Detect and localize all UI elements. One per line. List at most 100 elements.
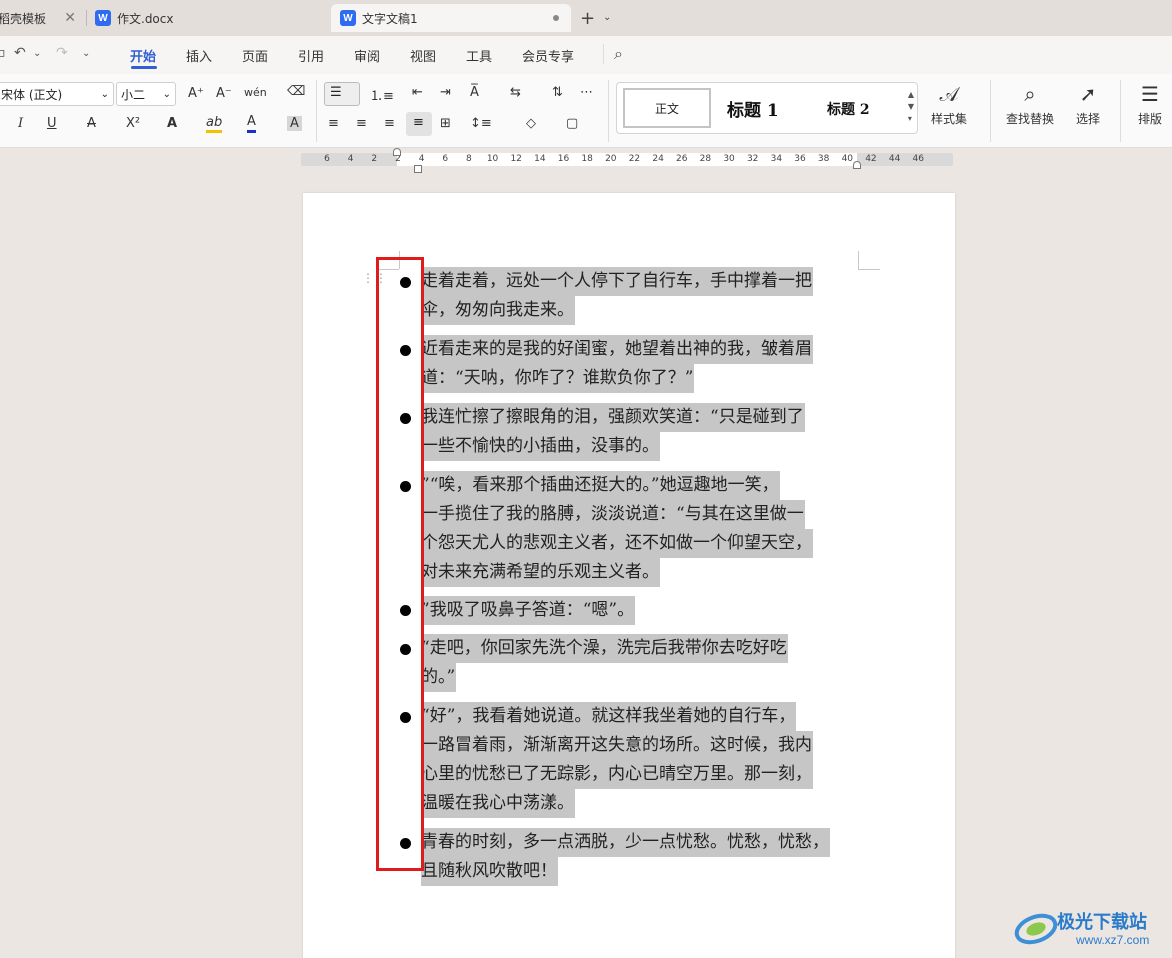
new-tab-icon[interactable]: +: [580, 8, 595, 29]
find-replace-button[interactable]: ⌕ 查找替换: [1000, 82, 1060, 127]
list-item[interactable]: 我连忙擦了擦眼角的泪，强颜欢笑道：“只是碰到了 一些不愉快的小插曲，没事的。: [421, 403, 859, 461]
shading-icon[interactable]: ◇: [526, 116, 536, 131]
line-spacing-icon[interactable]: ↕≡: [470, 116, 492, 131]
menu-view[interactable]: 视图: [410, 46, 436, 65]
watermark-url: www.xz7.com: [1076, 933, 1150, 947]
magnifier-icon: ⌕: [1024, 82, 1036, 106]
increase-indent-icon[interactable]: ⇥: [440, 85, 451, 100]
paragraph-line: ”我吸了吸鼻子答道：“嗯”。: [421, 596, 636, 625]
arrange-label: 排版: [1137, 112, 1162, 126]
menu-page[interactable]: 页面: [242, 46, 268, 65]
menu-references[interactable]: 引用: [298, 46, 324, 65]
font-name-value: 宋体 (正文): [1, 87, 63, 102]
quick-access-more-icon[interactable]: ⌄: [82, 48, 90, 59]
style-heading-1[interactable]: 标题 1: [727, 96, 779, 121]
list-item[interactable]: ”我吸了吸鼻子答道：“嗯”。: [421, 596, 859, 625]
superscript-icon[interactable]: X²: [126, 116, 140, 131]
ruler-tick-label: 36: [794, 154, 806, 164]
save-icon[interactable]: ▫: [0, 45, 6, 61]
select-button[interactable]: ➚ 选择: [1068, 82, 1108, 127]
first-line-indent-marker[interactable]: [393, 148, 401, 156]
list-item[interactable]: “好”，我看着她说道。就这样我坐着她的自行车， 一路冒着雨，渐渐离开这失意的场所…: [421, 702, 859, 818]
tab-list-dropdown-icon[interactable]: ⌄: [603, 12, 611, 23]
paragraph-line: “走吧，你回家先洗个澡，洗完后我带你去吃好吃: [421, 634, 788, 663]
menu-review[interactable]: 审阅: [354, 46, 380, 65]
menu-tools[interactable]: 工具: [466, 46, 492, 65]
font-color-icon[interactable]: A: [247, 114, 256, 133]
borders-icon[interactable]: ▢: [566, 116, 578, 131]
ruler-tick-label: 28: [699, 154, 712, 164]
menu-membership[interactable]: 会员专享: [522, 46, 574, 65]
search-icon[interactable]: ⌕: [614, 44, 623, 64]
ribbon-divider: [608, 80, 609, 142]
text-direction-icon[interactable]: ⇆: [510, 85, 521, 100]
underline-icon[interactable]: U: [47, 116, 57, 131]
bullets-button[interactable]: ☰: [324, 82, 360, 106]
font-name-select[interactable]: 宋体 (正文) ⌄: [0, 82, 114, 106]
right-indent-marker[interactable]: [853, 161, 861, 169]
list-item[interactable]: 走着走着，远处一个人停下了自行车，手中撑着一把 伞，匆匆向我走来。: [421, 267, 859, 325]
tab-label: 稻壳模板: [0, 11, 47, 26]
undo-icon[interactable]: ↶: [14, 45, 26, 61]
numbered-list-icon[interactable]: ⒈≡: [370, 85, 394, 104]
clear-format-icon[interactable]: ⌫: [287, 84, 305, 99]
tab-zuowen-docx[interactable]: W 作文.docx: [95, 4, 325, 32]
ruler-tick-label: 2: [371, 154, 378, 164]
align-left-icon[interactable]: ≡: [328, 116, 339, 131]
font-size-value: 小二: [121, 87, 146, 102]
font-size-select[interactable]: 小二 ⌄: [116, 82, 176, 106]
phonetic-guide-icon[interactable]: wén: [244, 86, 267, 99]
text-effects-icon[interactable]: A: [167, 116, 177, 131]
italic-icon[interactable]: I: [18, 116, 23, 131]
menu-insert[interactable]: 插入: [186, 46, 212, 65]
decrease-indent-icon[interactable]: ⇤: [412, 85, 423, 100]
paragraph-line: 道：“天呐，你咋了？谁欺负你了？”: [421, 364, 695, 393]
redo-icon[interactable]: ↷: [56, 45, 68, 61]
find-replace-label: 查找替换: [1005, 112, 1054, 126]
close-icon[interactable]: ✕: [64, 10, 76, 26]
style-heading-2[interactable]: 标题 2: [827, 99, 870, 119]
list-item[interactable]: 近看走来的是我的好闺蜜，她望着出神的我，皱着眉 道：“天呐，你咋了？谁欺负你了？…: [421, 335, 859, 393]
writer-doc-icon: W: [340, 10, 356, 26]
list-item[interactable]: 青春的时刻，多一点洒脱，少一点忧愁。忧愁，忧愁， 且随秋风吹散吧！: [421, 828, 859, 886]
chinese-layout-icon[interactable]: A̅: [470, 85, 479, 100]
sort-icon[interactable]: ⇅: [552, 85, 563, 100]
list-item[interactable]: ”“唉，看来那个插曲还挺大的。”她逗趣地一笑， 一手揽住了我的胳膊，淡淡说道：“…: [421, 471, 859, 587]
ribbon-toolbar: 宋体 (正文) ⌄ 小二 ⌄ A⁺ A⁻ wén ⌫ I U A X² A ab…: [0, 74, 1172, 148]
crop-mark: [858, 269, 880, 270]
style-set-button[interactable]: 𝒜 样式集: [926, 82, 972, 127]
align-center-icon[interactable]: ≡: [356, 116, 367, 131]
tab-document-1[interactable]: W 文字文稿1: [331, 4, 571, 32]
ruler-tick-label: 8: [466, 154, 472, 164]
paragraph-line: 伞，匆匆向我走来。: [421, 296, 575, 325]
ruler-tick-label: 42: [865, 154, 877, 164]
ruler-tick-label: 6: [324, 154, 330, 164]
arrange-button[interactable]: ☰ 排版: [1130, 82, 1170, 127]
ruler-tick-label: 10: [486, 154, 499, 164]
ruler-tick-label: 14: [534, 154, 546, 164]
distributed-align-icon[interactable]: ⊞: [440, 116, 451, 131]
list-item[interactable]: “走吧，你回家先洗个澡，洗完后我带你去吃好吃 的。”: [421, 634, 859, 692]
paragraph-line: 一路冒着雨，渐渐离开这失意的场所。这时候，我内: [421, 731, 813, 760]
shrink-font-icon[interactable]: A⁻: [216, 86, 232, 101]
left-indent-marker[interactable]: [414, 165, 422, 173]
select-label: 选择: [1075, 112, 1100, 126]
arrange-icon: ☰: [1141, 82, 1159, 106]
justify-button[interactable]: ≡: [406, 112, 432, 136]
char-shading-icon[interactable]: A: [287, 116, 302, 131]
strikethrough-icon[interactable]: A: [87, 116, 96, 131]
show-marks-icon[interactable]: ⋯: [580, 85, 593, 100]
style-set-label: 样式集: [930, 112, 967, 126]
undo-dropdown-icon[interactable]: ⌄: [33, 48, 41, 59]
align-justify-icon: ≡: [413, 115, 424, 130]
style-normal[interactable]: 正文: [623, 88, 711, 128]
highlight-icon[interactable]: ab: [206, 116, 223, 133]
ruler-tick-label: 30: [723, 154, 735, 164]
menu-home[interactable]: 开始: [130, 46, 156, 65]
align-right-icon[interactable]: ≡: [384, 116, 395, 131]
ruler-tick-label: 40: [841, 154, 854, 164]
tab-daoke-templates[interactable]: 稻壳模板 ✕: [0, 4, 84, 32]
menu-bar: ▫ ↶ ⌄ ↷ ⌄ 开始 插入 页面 引用 审阅 视图 工具 会员专享 ⌕: [0, 36, 1172, 74]
grow-font-icon[interactable]: A⁺: [188, 86, 204, 101]
gallery-scroll-icon[interactable]: ▲ ▼ ▾: [908, 89, 914, 125]
